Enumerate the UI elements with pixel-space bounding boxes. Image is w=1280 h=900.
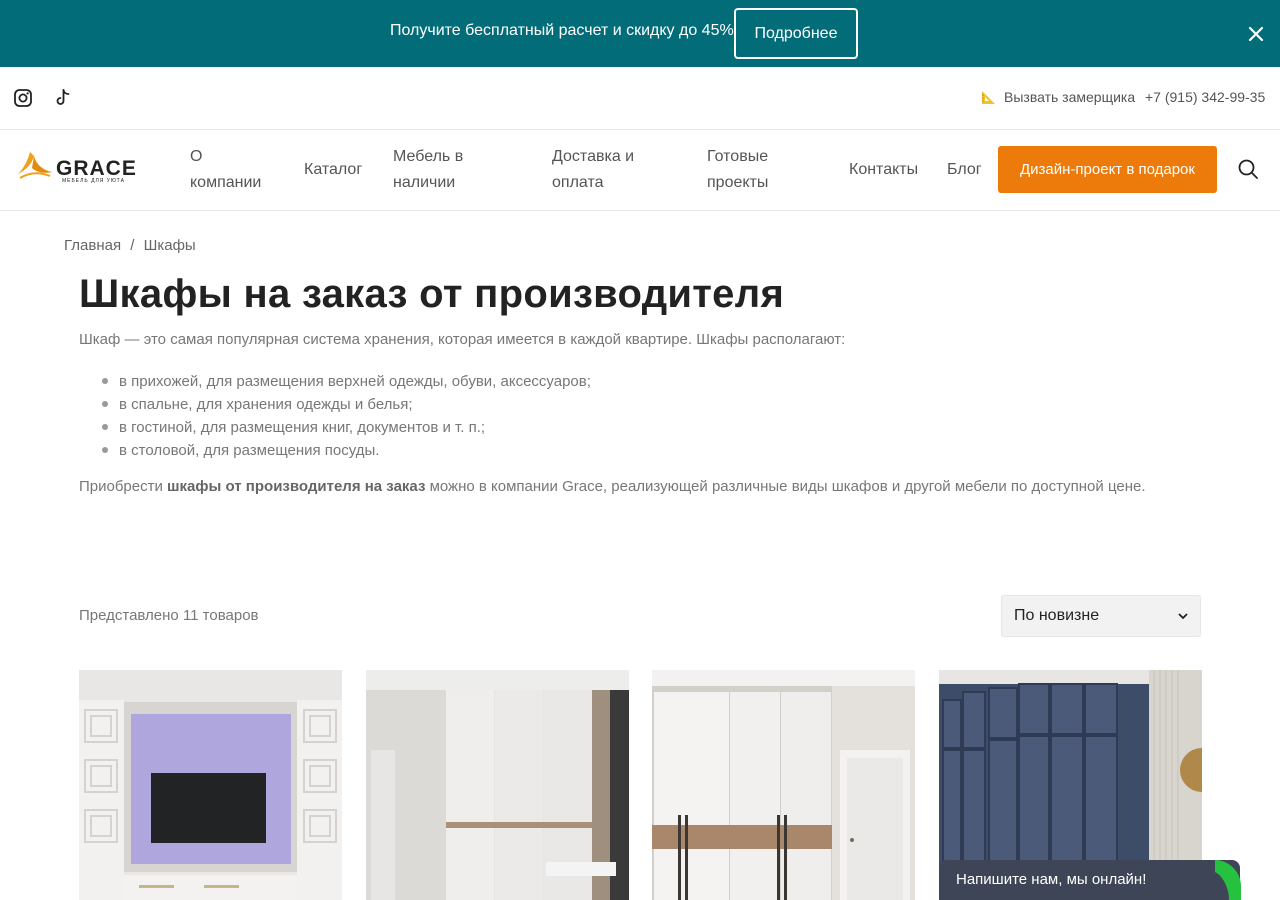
search-icon[interactable] [1237, 158, 1259, 180]
breadcrumb-separator: / [130, 237, 135, 254]
call-measurer-link[interactable]: Вызвать замерщика [980, 88, 1135, 106]
product-card[interactable] [652, 670, 915, 900]
chevron-down-icon [1178, 613, 1188, 620]
sort-select[interactable]: По новизне [1001, 595, 1201, 637]
breadcrumb-home[interactable]: Главная [64, 237, 121, 254]
list-item: в столовой, для размещения посуды. [102, 439, 591, 462]
nav-in-stock-line1: Мебель в [393, 148, 464, 165]
nav-about-line2: компании [190, 174, 262, 191]
product-count: Представлено 11 товаров [79, 607, 259, 624]
ruler-icon [982, 91, 995, 104]
room-list: в прихожей, для размещения верхней одежд… [102, 370, 591, 462]
logo-tagline: МЕБЕЛЬ ДЛЯ УЮТА [62, 178, 125, 184]
nav-blog[interactable]: Блог [947, 157, 982, 183]
buy-paragraph-suffix: можно в компании Grace, реализующей разл… [425, 478, 1146, 495]
online-indicator-icon [1215, 860, 1241, 900]
list-item: в спальне, для хранения одежды и белья; [102, 393, 591, 416]
breadcrumb-current: Шкафы [143, 237, 196, 254]
buy-paragraph-bold: шкафы от производителя на заказ [167, 478, 426, 495]
promo-text: Получите бесплатный расчет и скидку до 4… [390, 22, 734, 39]
nav-in-stock[interactable]: Мебель в наличии [393, 144, 463, 196]
nav-catalog[interactable]: Каталог [304, 157, 362, 183]
nav-in-stock-line2: наличии [393, 174, 456, 191]
sort-selected-value: По новизне [1014, 607, 1100, 624]
call-measurer-label: Вызвать замерщика [1004, 89, 1136, 105]
product-image [652, 670, 915, 900]
promo-details-button[interactable]: Подробнее [734, 8, 858, 59]
product-card[interactable] [366, 670, 629, 900]
list-item: в прихожей, для размещения верхней одежд… [102, 370, 591, 393]
nav-about[interactable]: О компании [190, 144, 261, 196]
nav-delivery-line2: оплата [552, 174, 604, 191]
buy-paragraph-prefix: Приобрести [79, 478, 168, 495]
product-image [79, 670, 342, 900]
close-icon[interactable] [1246, 24, 1266, 44]
nav-delivery[interactable]: Доставка и оплата [552, 144, 634, 196]
buy-paragraph: Приобрести шкафы от производителя на зак… [79, 478, 1146, 495]
instagram-icon[interactable] [13, 88, 33, 108]
intro-text: Шкаф — это самая популярная система хран… [79, 331, 846, 348]
nav-projects-line2: проекты [707, 174, 769, 191]
page-title: Шкафы на заказ от производителя [79, 272, 785, 316]
nav-projects[interactable]: Готовые проекты [707, 144, 768, 196]
phone-link[interactable]: +7 (915) 342-99-35 [1145, 89, 1265, 105]
tiktok-icon[interactable] [53, 88, 73, 108]
nav-contacts[interactable]: Контакты [849, 157, 918, 183]
design-project-button[interactable]: Дизайн-проект в подарок [998, 146, 1217, 193]
nav-about-line1: О [190, 148, 203, 165]
list-item: в гостиной, для размещения книг, докумен… [102, 416, 591, 439]
promo-bar: Получите бесплатный расчет и скидку до 4… [0, 0, 1280, 67]
nav-delivery-line1: Доставка и [552, 148, 635, 165]
product-card[interactable] [79, 670, 342, 900]
product-image [366, 670, 629, 900]
nav-projects-line1: Готовые [707, 148, 769, 165]
breadcrumb: Главная / Шкафы [64, 237, 196, 254]
chat-widget-button[interactable]: Напишите нам, мы онлайн! [939, 860, 1240, 900]
